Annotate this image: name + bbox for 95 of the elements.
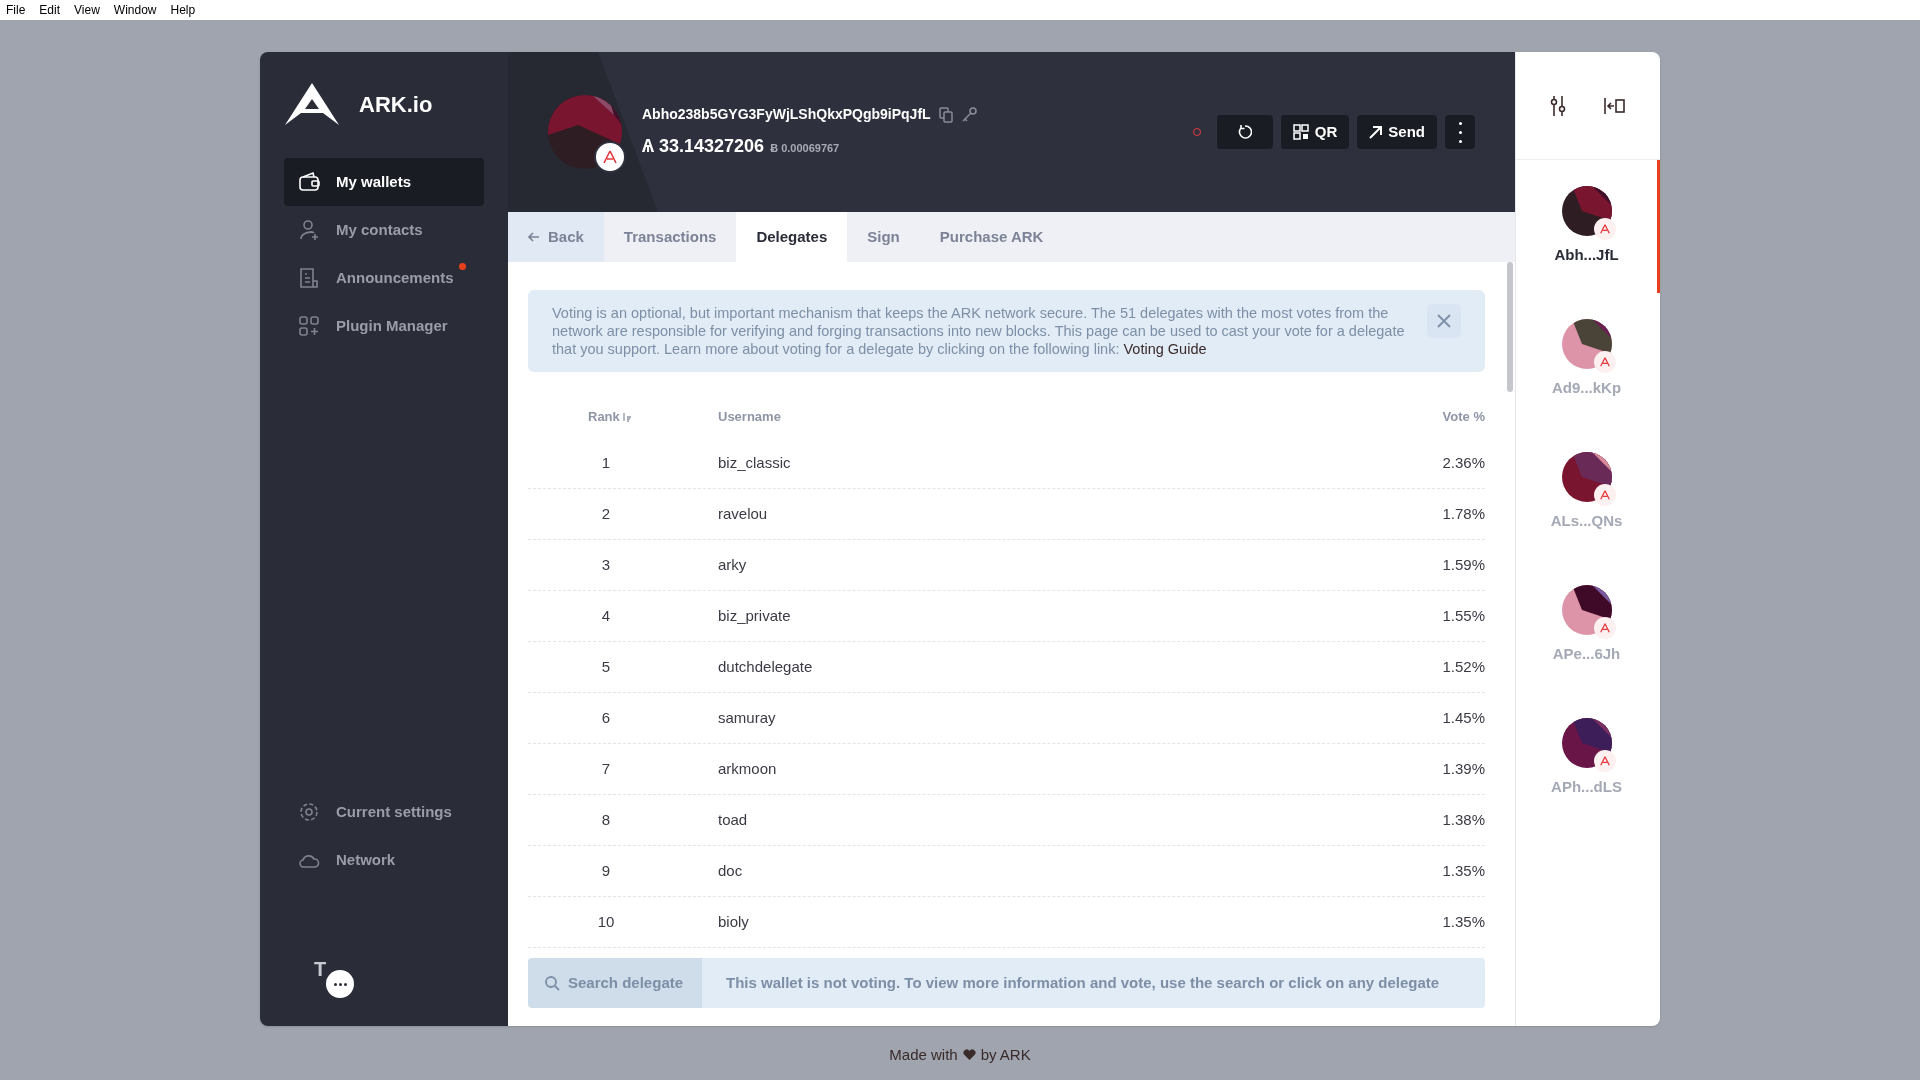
wallet-avatar-icon xyxy=(1561,319,1612,370)
key-icon[interactable] xyxy=(960,106,977,123)
wallet-icon xyxy=(298,171,320,193)
table-cell-text: 10 xyxy=(596,911,616,932)
search-field[interactable]: Search delegate xyxy=(528,958,702,1008)
heart-icon xyxy=(962,1049,976,1062)
nav-item[interactable]: Plugin Manager xyxy=(284,302,484,350)
table-cell: 2.36% xyxy=(1442,453,1485,471)
table-cell: dutchdelegate xyxy=(718,657,813,675)
notice-text: Voting is an optional, but important mechanism that keeps the ARK network secure. The 51 delegates with the most votes from the network are responsible for verifying and forging transactions into new blocks. This page can be used to cast your vote for a delegate that you support. Learn more about voting for a delegate by clicking on the following link: Voting Guide xyxy=(552,304,1406,358)
menu-item[interactable]: Window xyxy=(113,1,157,19)
table-cell: 1.45% xyxy=(1442,708,1485,726)
table-cell: biz_classic xyxy=(718,453,791,471)
nav-item[interactable]: Current settings xyxy=(284,788,484,836)
table-cell-text: 9 xyxy=(600,860,612,881)
ark-badge-icon xyxy=(1593,484,1616,507)
table-cell: 1.38% xyxy=(1442,810,1485,828)
table-cell-text: 6 xyxy=(600,707,612,728)
nav-item[interactable]: My wallets xyxy=(284,158,484,206)
qr-code-icon xyxy=(1292,124,1309,140)
table-cell-text: 5 xyxy=(600,656,612,677)
send-button[interactable]: Send xyxy=(1357,115,1437,149)
menu-item[interactable]: File xyxy=(6,1,26,19)
nav-item[interactable]: Network xyxy=(284,836,484,884)
search-input[interactable]: Search delegate xyxy=(568,971,698,995)
tab[interactable]: Delegates xyxy=(736,212,848,262)
wallet-avatar-icon xyxy=(1561,585,1612,636)
nav-item[interactable]: My contacts xyxy=(284,206,484,254)
refresh-icon xyxy=(1237,125,1252,139)
copy-icon[interactable] xyxy=(938,106,953,123)
arrow-left-icon xyxy=(528,232,540,242)
table-cell-text: 4 xyxy=(600,605,612,626)
search-icon xyxy=(544,975,560,991)
refresh-button[interactable] xyxy=(1216,115,1273,149)
table-cell: ravelou xyxy=(718,504,768,522)
wallet-avatar-icon xyxy=(1561,186,1612,237)
ark-badge-icon xyxy=(1593,218,1616,241)
table-cell: 1.52% xyxy=(1442,657,1485,675)
menu-item[interactable]: View xyxy=(74,1,100,19)
table-cell: 1.78% xyxy=(1442,504,1485,522)
table-cell: biz_private xyxy=(718,606,791,624)
table-cell: bioly xyxy=(718,912,749,930)
qr-button[interactable]: QR xyxy=(1280,115,1350,149)
table-cell: 1.35% xyxy=(1442,912,1485,930)
tab[interactable]: Transactions xyxy=(603,212,737,262)
column-header[interactable]: Rank xyxy=(588,407,620,427)
document-icon xyxy=(298,267,320,289)
logo-text: ARK.io xyxy=(359,90,433,119)
menu-item[interactable]: Help xyxy=(170,1,196,19)
wallet-balance: Ѧ 33.14327206 xyxy=(642,135,765,158)
table-cell-text: 1 xyxy=(600,452,612,473)
contact-icon xyxy=(298,219,320,241)
close-button[interactable] xyxy=(1427,304,1461,338)
menu-item[interactable]: Edit xyxy=(39,1,61,19)
column-header[interactable]: Username xyxy=(718,407,1365,427)
table-cell: arky xyxy=(718,555,747,573)
table-cell: 1.55% xyxy=(1442,606,1485,624)
table-cell-text: 3 xyxy=(600,554,612,575)
back-button[interactable]: Back xyxy=(508,212,604,262)
sliders-icon[interactable] xyxy=(1550,94,1566,117)
table-cell: doc xyxy=(718,861,743,879)
ark-badge-icon xyxy=(1593,617,1616,640)
collapse-panel-icon[interactable] xyxy=(1604,96,1626,115)
ark-badge-icon xyxy=(1593,750,1616,773)
arrow-icon xyxy=(1369,125,1383,139)
voting-guide-link[interactable]: Voting Guide xyxy=(1123,341,1207,357)
footer-text: Made with xyxy=(889,1045,958,1065)
table-cell: 1.59% xyxy=(1442,555,1485,573)
column-header[interactable]: Vote % xyxy=(1365,407,1485,427)
plugins-icon xyxy=(298,315,320,337)
logo-icon xyxy=(285,83,339,125)
tab[interactable]: Sign xyxy=(847,212,920,262)
tab[interactable]: Purchase ARK xyxy=(919,212,1064,262)
voting-status-message: This wallet is not voting. To view more information and vote, use the search or click on any delegate xyxy=(726,972,1440,993)
profile-initial[interactable]: T xyxy=(314,954,327,984)
ark-badge-icon xyxy=(1593,351,1616,374)
wallet-item[interactable]: Abh...JfL xyxy=(1516,160,1660,293)
more-icon[interactable] xyxy=(326,970,354,998)
fiat-balance: Ƀ 0.00069767 xyxy=(770,141,840,156)
footer-text: by ARK xyxy=(980,1045,1031,1065)
table-cell-text: 7 xyxy=(600,758,612,779)
close-icon xyxy=(1436,313,1452,329)
table-cell: arkmoon xyxy=(718,759,777,777)
table-cell: 1.39% xyxy=(1442,759,1485,777)
table-cell-text: 8 xyxy=(600,809,612,830)
settings-icon xyxy=(298,801,320,823)
table-cell-text: 2 xyxy=(600,503,612,524)
nav-item[interactable]: Announcements xyxy=(284,254,484,302)
more-button[interactable] xyxy=(1445,115,1475,149)
wallet-address: Abho238b5GYG3FyWjLShQkxPQgb9iPqJfL xyxy=(642,105,931,124)
table-cell: toad xyxy=(718,810,748,828)
table-cell: 1.35% xyxy=(1442,861,1485,879)
table-cell: samuray xyxy=(718,708,776,726)
wallet-avatar-icon xyxy=(1561,718,1612,769)
wallet-avatar-icon xyxy=(1561,452,1612,503)
